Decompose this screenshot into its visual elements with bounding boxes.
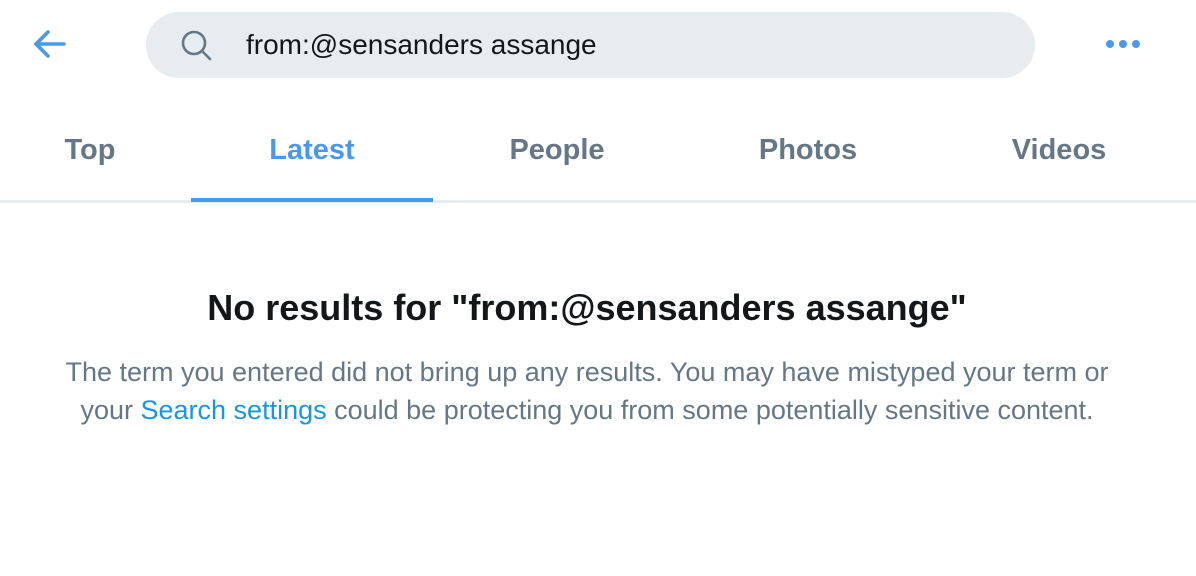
- empty-state-message-end: could be protecting you from some potent…: [326, 395, 1094, 425]
- more-horizontal-icon: [1106, 40, 1140, 48]
- empty-state: No results for "from:@sensanders assange…: [0, 203, 1196, 576]
- tab-latest[interactable]: Latest: [191, 100, 433, 202]
- search-box[interactable]: [146, 12, 1035, 78]
- search-input[interactable]: [246, 12, 1006, 78]
- arrow-left-icon: [34, 30, 66, 58]
- tab-videos[interactable]: Videos: [940, 100, 1178, 200]
- tab-photos[interactable]: Photos: [690, 100, 926, 200]
- tab-top[interactable]: Top: [0, 100, 180, 200]
- tab-people[interactable]: People: [440, 100, 674, 200]
- search-settings-link[interactable]: Search settings: [141, 395, 327, 425]
- empty-state-message: The term you entered did not bring up an…: [40, 353, 1134, 429]
- search-results-screen: Top Latest People Photos Videos No resul…: [0, 0, 1196, 576]
- search-icon: [181, 30, 212, 61]
- back-button[interactable]: [24, 22, 76, 66]
- search-tabs: Top Latest People Photos Videos: [0, 100, 1196, 203]
- more-options-button[interactable]: [1098, 26, 1150, 62]
- top-bar: [0, 0, 1196, 92]
- empty-state-title: No results for "from:@sensanders assange…: [207, 287, 967, 328]
